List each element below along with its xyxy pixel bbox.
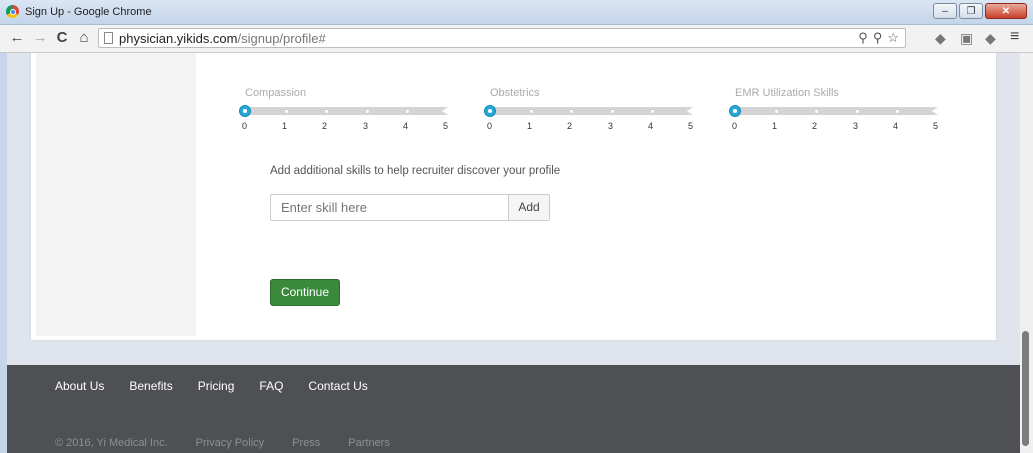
- restore-button[interactable]: ❐: [959, 3, 983, 19]
- slider-handle[interactable]: [729, 105, 741, 117]
- footer-link-about[interactable]: About Us: [55, 379, 104, 393]
- reload-icon[interactable]: C: [53, 29, 71, 47]
- minimize-button[interactable]: –: [933, 3, 957, 19]
- vertical-scrollbar[interactable]: [1020, 53, 1033, 453]
- back-icon[interactable]: ←: [8, 29, 26, 47]
- skill-label: Obstetrics: [490, 87, 540, 99]
- skill-slider-obstetrics[interactable]: Obstetrics 012345: [484, 87, 700, 171]
- footer-link-faq[interactable]: FAQ: [259, 379, 283, 393]
- close-button[interactable]: ✕: [985, 3, 1027, 19]
- partners-link[interactable]: Partners: [348, 437, 390, 449]
- window-title-bar: Sign Up - Google Chrome – ❐ ✕: [0, 0, 1033, 25]
- url-host: physician.yikids.com: [119, 31, 238, 46]
- slider-track[interactable]: [245, 107, 448, 115]
- slider-track[interactable]: [490, 107, 693, 115]
- skill-label: Compassion: [245, 87, 307, 99]
- skill-label: EMR Utilization Skills: [735, 87, 839, 99]
- url-path: /signup/profile#: [237, 31, 326, 46]
- copyright-text: © 2016, Yi Medical Inc.: [55, 437, 168, 449]
- extension-diamond-icon[interactable]: ◆: [935, 30, 946, 47]
- skill-slider-emr[interactable]: EMR Utilization Skills 012345: [729, 87, 945, 171]
- footer-link-pricing[interactable]: Pricing: [198, 379, 235, 393]
- scrollbar-thumb[interactable]: [1022, 331, 1029, 446]
- footer-link-benefits[interactable]: Benefits: [129, 379, 172, 393]
- home-icon[interactable]: ⌂: [75, 29, 93, 47]
- url-text[interactable]: physician.yikids.com/signup/profile#: [119, 31, 326, 46]
- add-skill-button[interactable]: Add: [508, 194, 550, 221]
- window-title: Sign Up - Google Chrome: [25, 6, 152, 18]
- press-link[interactable]: Press: [292, 437, 320, 449]
- window-controls: – ❐ ✕: [933, 3, 1027, 19]
- add-skill-prompt: Add additional skills to help recruiter …: [270, 165, 561, 177]
- privacy-policy-link[interactable]: Privacy Policy: [196, 437, 264, 449]
- footer-legal: © 2016, Yi Medical Inc. Privacy Policy P…: [55, 437, 418, 449]
- extension-gem-icon[interactable]: ◆: [985, 30, 996, 47]
- address-bar[interactable]: physician.yikids.com/signup/profile# ⚲ ⚲…: [98, 28, 906, 48]
- skill-input[interactable]: [270, 194, 509, 221]
- browser-toolbar: ← → C ⌂ physician.yikids.com/signup/prof…: [0, 25, 1033, 53]
- site-footer: About Us Benefits Pricing FAQ Contact Us…: [7, 365, 1020, 453]
- slider-handle[interactable]: [239, 105, 251, 117]
- footer-link-contact[interactable]: Contact Us: [308, 379, 367, 393]
- chrome-logo-icon: [6, 5, 19, 18]
- footer-links: About Us Benefits Pricing FAQ Contact Us: [55, 379, 393, 393]
- page-icon: [104, 32, 113, 44]
- extension-cube-icon[interactable]: ▣: [960, 30, 973, 47]
- menu-icon[interactable]: ≡: [1010, 28, 1019, 46]
- forward-icon[interactable]: →: [31, 29, 49, 47]
- bookmark-star-icon[interactable]: ☆: [887, 30, 899, 46]
- continue-button[interactable]: Continue: [270, 279, 340, 306]
- slider-handle[interactable]: [484, 105, 496, 117]
- key-icon[interactable]: ⚲: [873, 30, 883, 46]
- profile-card: Compassion 012345 Obstetrics 012345 EMR …: [31, 53, 996, 340]
- zoom-icon[interactable]: ⚲: [858, 30, 868, 46]
- page-viewport: Compassion 012345 Obstetrics 012345 EMR …: [7, 53, 1020, 453]
- slider-track[interactable]: [735, 107, 938, 115]
- sidebar-panel: [36, 53, 196, 336]
- skill-slider-compassion[interactable]: Compassion 012345: [239, 87, 455, 171]
- omnibox-actions: ⚲ ⚲ ☆: [858, 30, 899, 46]
